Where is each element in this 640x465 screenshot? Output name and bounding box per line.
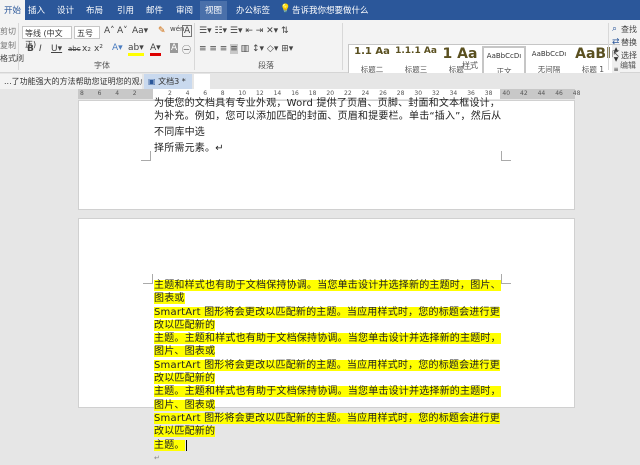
ruler-tick: 14 [273, 90, 282, 97]
document-tabs: ...了功能强大的方法帮助您证明您的观点.docx ▣ 文档3 * × [0, 73, 640, 96]
ruler-tick: 10 [238, 90, 247, 97]
ruler-tick: 22 [344, 90, 352, 97]
grow-font-icon[interactable]: A˄ [104, 26, 115, 36]
bold-icon[interactable]: B [27, 44, 34, 54]
find-icon[interactable]: ⌕ [612, 24, 617, 34]
select-icon[interactable]: ⇱ [612, 50, 620, 60]
ruler-tick: 32 [432, 90, 440, 97]
change-case-icon[interactable]: Aa▾ [132, 26, 148, 36]
ruler-tick: 26 [379, 90, 387, 97]
ruler-tick: 44 [537, 90, 546, 97]
doc-tab-1[interactable]: ...了功能强大的方法帮助您证明您的观点.docx [0, 74, 142, 89]
subscript-icon[interactable]: x₂ [82, 44, 91, 54]
ruler-tick: 4 [185, 90, 190, 97]
ruler-tick: 48 [572, 90, 581, 97]
tab-office-tab[interactable]: 办公标签 [236, 4, 270, 16]
font-name-select[interactable]: 等线 (中文正) [22, 26, 72, 49]
tab-review[interactable]: 审阅 [176, 4, 193, 16]
styles-group-label: 样式 [462, 61, 478, 70]
ruler-tick: 30 [414, 90, 423, 97]
enclose-char-icon[interactable]: ㊀ [182, 43, 191, 56]
char-border-icon[interactable]: A [182, 25, 193, 37]
lightbulb-icon: 💡 [280, 4, 291, 14]
find-button[interactable]: 查找 [621, 24, 637, 35]
ruler-tick: 18 [308, 90, 317, 97]
shrink-font-icon[interactable]: A˅ [117, 26, 128, 36]
ruler-tick: 4 [115, 90, 120, 97]
ruler-tick: 16 [291, 90, 299, 97]
ruler-tick: 8 [80, 90, 84, 97]
ruler-tick: 12 [256, 90, 264, 97]
paragraph-group-label: 段落 [258, 61, 274, 70]
ruler-tick: 36 [467, 90, 475, 97]
italic-icon[interactable]: I [39, 44, 42, 54]
doc-tab-active[interactable]: ▣ 文档3 * × [144, 74, 192, 96]
ruler-tick: 8 [220, 90, 225, 97]
page2-text[interactable]: 主题和样式也有助于文档保持协调。当您单击设计并选择新的主题时，图片、图表或 Sm… [154, 279, 502, 465]
ruler-tick: 28 [396, 90, 405, 97]
ruler-tick: 6 [97, 90, 102, 97]
tab-mailings[interactable]: 邮件 [146, 4, 163, 16]
tab-view[interactable]: 视图 [200, 1, 228, 20]
new-tab-button[interactable] [194, 74, 210, 89]
underline-icon[interactable]: U▾ [51, 44, 62, 54]
ribbon: 剪切 复制 格式刷 等线 (中文正) 五号 A˄ A˅ Aa▾ ✎ wén A … [0, 20, 640, 78]
text-effects-icon[interactable]: A▾ [112, 43, 123, 53]
ruler-tick: 42 [520, 90, 528, 97]
font-size-select[interactable]: 五号 [74, 26, 100, 39]
char-shading-icon[interactable]: A [170, 43, 179, 53]
tab-references[interactable]: 引用 [117, 4, 134, 16]
page1-text[interactable]: 为使您的文档具有专业外观，Word 提供了页眉、页脚、封面和文本框设计，这些设计… [154, 97, 502, 157]
tab-home[interactable]: 开始 [0, 0, 26, 20]
copy-button[interactable]: 复制 [0, 40, 16, 51]
strikethrough-icon[interactable]: abc [68, 45, 81, 53]
editing-group-label: 编辑 [620, 61, 636, 70]
word-doc-icon: ▣ [148, 77, 156, 86]
tab-layout[interactable]: 布局 [86, 4, 103, 16]
ruler-tick: 38 [484, 90, 493, 97]
clear-format-icon[interactable]: ✎ [158, 26, 166, 36]
format-painter-button[interactable]: 格式刷 [0, 53, 24, 64]
superscript-icon[interactable]: x² [94, 44, 103, 54]
ruler-tick: 24 [361, 90, 370, 97]
tab-design[interactable]: 设计 [57, 4, 74, 16]
replace-button[interactable]: 替换 [621, 37, 637, 48]
replace-icon[interactable]: ⇄ [612, 37, 620, 47]
ruler-tick: 2 [168, 90, 172, 97]
ruler-tick: 6 [203, 90, 208, 97]
align-icons[interactable]: ≡ ≡ ≡ ≡ ▥ ↕▾ ◇▾ ⊞▾ [199, 44, 293, 54]
tell-me-input[interactable]: 告诉我你想要做什么 [292, 4, 369, 16]
tab-insert[interactable]: 插入 [28, 4, 45, 16]
ruler-tick: 40 [502, 90, 511, 97]
font-group-label: 字体 [94, 61, 110, 70]
ruler-tick: 20 [326, 90, 335, 97]
ruler-tick: 2 [132, 90, 137, 97]
font-color-icon[interactable]: A▾ [150, 43, 161, 56]
bullets-icon[interactable]: ☰▾ ☷▾ ☰▾ ⇤ ⇥ ✕▾ ⇅ [199, 26, 289, 36]
cut-button[interactable]: 剪切 [0, 26, 16, 37]
text-cursor [185, 439, 187, 451]
ribbon-tab-bar: 开始 插入 设计 布局 引用 邮件 审阅 视图 办公标签 💡 告诉我你想要做什么 [0, 0, 640, 20]
ruler-tick: 34 [449, 90, 458, 97]
highlight-icon[interactable]: ab▾ [128, 43, 144, 56]
ruler-tick: 46 [555, 90, 563, 97]
